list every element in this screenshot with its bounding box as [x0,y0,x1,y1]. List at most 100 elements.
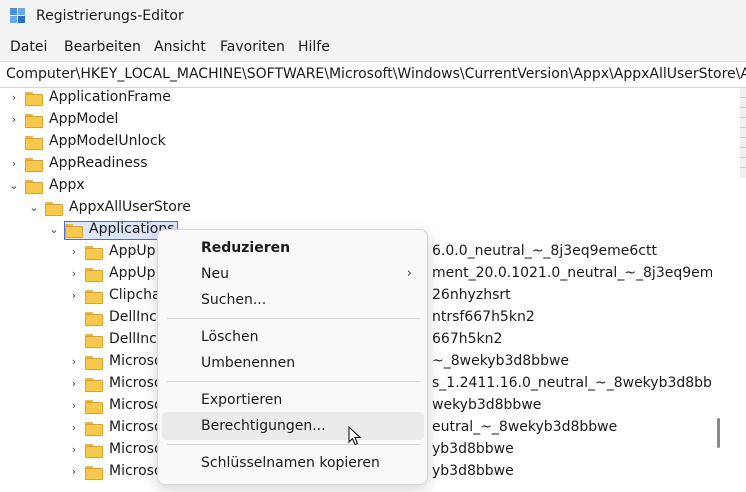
context-menu-item-suchen[interactable]: Suchen... [162,286,424,314]
folder-icon [85,334,103,348]
tree-node-label-tail: ntrsf667h5kn2 [432,309,535,325]
chevron-right-icon[interactable]: › [8,91,20,105]
address-bar[interactable]: Computer\HKEY_LOCAL_MACHINE\SOFTWARE\Mic… [0,61,746,88]
menu-bar: Datei Bearbeiten Ansicht Favoriten Hilfe [0,34,746,60]
tree-node-label: Microso [109,419,163,435]
chevron-right-icon[interactable]: › [68,267,80,281]
chevron-right-icon[interactable]: › [68,377,80,391]
context-menu-label: Berechtigungen... [201,418,326,434]
tree-node[interactable]: › AppModel [0,110,712,132]
context-menu-item-neu[interactable]: Neu › [162,260,424,288]
folder-icon [85,246,103,260]
context-menu-label: Exportieren [201,392,283,408]
context-menu-label: Schlüsselnamen kopieren [201,455,380,471]
folder-icon [85,356,103,370]
menu-favoriten[interactable]: Favoriten [220,39,285,55]
tree-node-label: Clipcha [109,287,161,303]
menu-separator [167,381,420,382]
chevron-right-icon[interactable]: › [68,421,80,435]
tree-node[interactable]: AppModelUnlock [0,132,712,154]
menu-separator [167,318,420,319]
tree-node-label-tail: wekyb3d8bbwe [432,397,542,413]
folder-icon [85,378,103,392]
tree-node-label: DellInc [109,309,157,325]
folder-icon [85,422,103,436]
tree-node-label: AppModelUnlock [49,133,166,149]
folder-icon [85,268,103,282]
chevron-right-icon[interactable]: › [68,399,80,413]
chevron-right-icon[interactable]: › [68,289,80,303]
menu-ansicht[interactable]: Ansicht [154,39,206,55]
title-bar: Registrierungs-Editor [0,0,746,34]
folder-icon [85,400,103,414]
tree-node-label: AppUp [109,265,156,281]
folder-icon [85,466,103,480]
tree-node[interactable]: › ApplicationFrame [0,88,712,110]
context-menu-label: Neu [201,266,229,282]
chevron-right-icon[interactable]: › [68,465,80,479]
tree-node-label: AppxAllUserStore [69,199,191,215]
chevron-right-icon[interactable]: › [68,245,80,259]
chevron-right-icon[interactable]: › [8,157,20,171]
chevron-down-icon[interactable]: ⌄ [8,179,20,193]
scrollbar-thumb[interactable] [717,418,720,448]
tree-node-label-tail: 26nhyzhsrt [432,287,511,303]
folder-icon [25,180,43,194]
tree-node-label: Microso [109,397,163,413]
tree-node[interactable]: › AppReadiness [0,154,712,176]
window-title: Registrierungs-Editor [36,8,184,24]
tree-node-label-tail: 667h5kn2 [432,331,503,347]
tree-node-label-tail: s_1.2411.16.0_neutral_~_8wekyb3d8bbwe [432,375,712,391]
tree-node-label: AppModel [49,111,119,127]
context-menu-item-umbenennen[interactable]: Umbenennen [162,349,424,377]
tree-node[interactable]: ⌄ Appx [0,176,712,198]
context-menu-label: Umbenennen [201,355,296,371]
folder-icon [85,290,103,304]
chevron-right-icon[interactable]: › [68,443,80,457]
folder-icon [65,224,83,238]
menu-bearbeiten[interactable]: Bearbeiten [64,39,141,55]
tree-node-label-tail: 6.0.0_neutral_~_8j3eq9eme6ctt [432,243,657,259]
tree-node-label: Appx [49,177,85,193]
menu-hilfe[interactable]: Hilfe [298,39,330,55]
context-menu-item-exportieren[interactable]: Exportieren [162,386,424,414]
context-menu-item-schlüsselnamen-kopieren[interactable]: Schlüsselnamen kopieren [162,449,424,477]
chevron-right-icon[interactable]: › [8,113,20,127]
context-menu-item-reduzieren[interactable]: Reduzieren [162,234,424,262]
tree-node-label-tail: ~_8wekyb3d8bbwe [432,353,570,369]
registry-editor-icon [10,8,25,23]
folder-icon [25,158,43,172]
tree-node-label-tail: eutral_~_8wekyb3d8bbwe [432,419,618,435]
context-menu-label: Reduzieren [201,240,291,256]
values-pane-edge [740,88,746,178]
tree-node-label: Microso [109,375,163,391]
chevron-down-icon[interactable]: ⌄ [28,201,40,215]
tree-node-label: AppReadiness [49,155,148,171]
folder-icon [25,114,43,128]
chevron-right-icon[interactable]: › [68,355,80,369]
tree-node-label-tail: ment_20.0.1021.0_neutral_~_8j3eq9eme6ctt [432,265,712,281]
tree-node-label: Microso [109,441,163,457]
folder-icon [85,312,103,326]
context-menu-label: Suchen... [201,292,267,308]
chevron-down-icon[interactable]: ⌄ [48,223,60,237]
tree-node-label-tail: yb3d8bbwe [432,441,514,457]
context-menu: Reduzieren Neu › Suchen... Löschen Umbenennen… [157,229,428,485]
context-menu-item-berechtigungen[interactable]: Berechtigungen... [162,412,424,440]
context-menu-item-löschen[interactable]: Löschen [162,323,424,351]
folder-icon [25,92,43,106]
address-path[interactable]: Computer\HKEY_LOCAL_MACHINE\SOFTWARE\Mic… [6,66,746,82]
tree-node-label-tail: yb3d8bbwe [432,463,514,479]
menu-datei[interactable]: Datei [10,39,47,55]
tree-node-label: Microso [109,463,163,479]
chevron-right-icon: › [406,266,412,281]
tree-node-label: AppUp [109,243,156,259]
tree-node[interactable]: ⌄ AppxAllUserStore [0,198,712,220]
tree-node-label: DellInc [109,331,157,347]
folder-icon [25,136,43,150]
folder-icon [45,202,63,216]
menu-separator [167,444,420,445]
tree-node-label: Microso [109,353,163,369]
mouse-cursor-icon [348,426,362,446]
context-menu-label: Löschen [201,329,259,345]
